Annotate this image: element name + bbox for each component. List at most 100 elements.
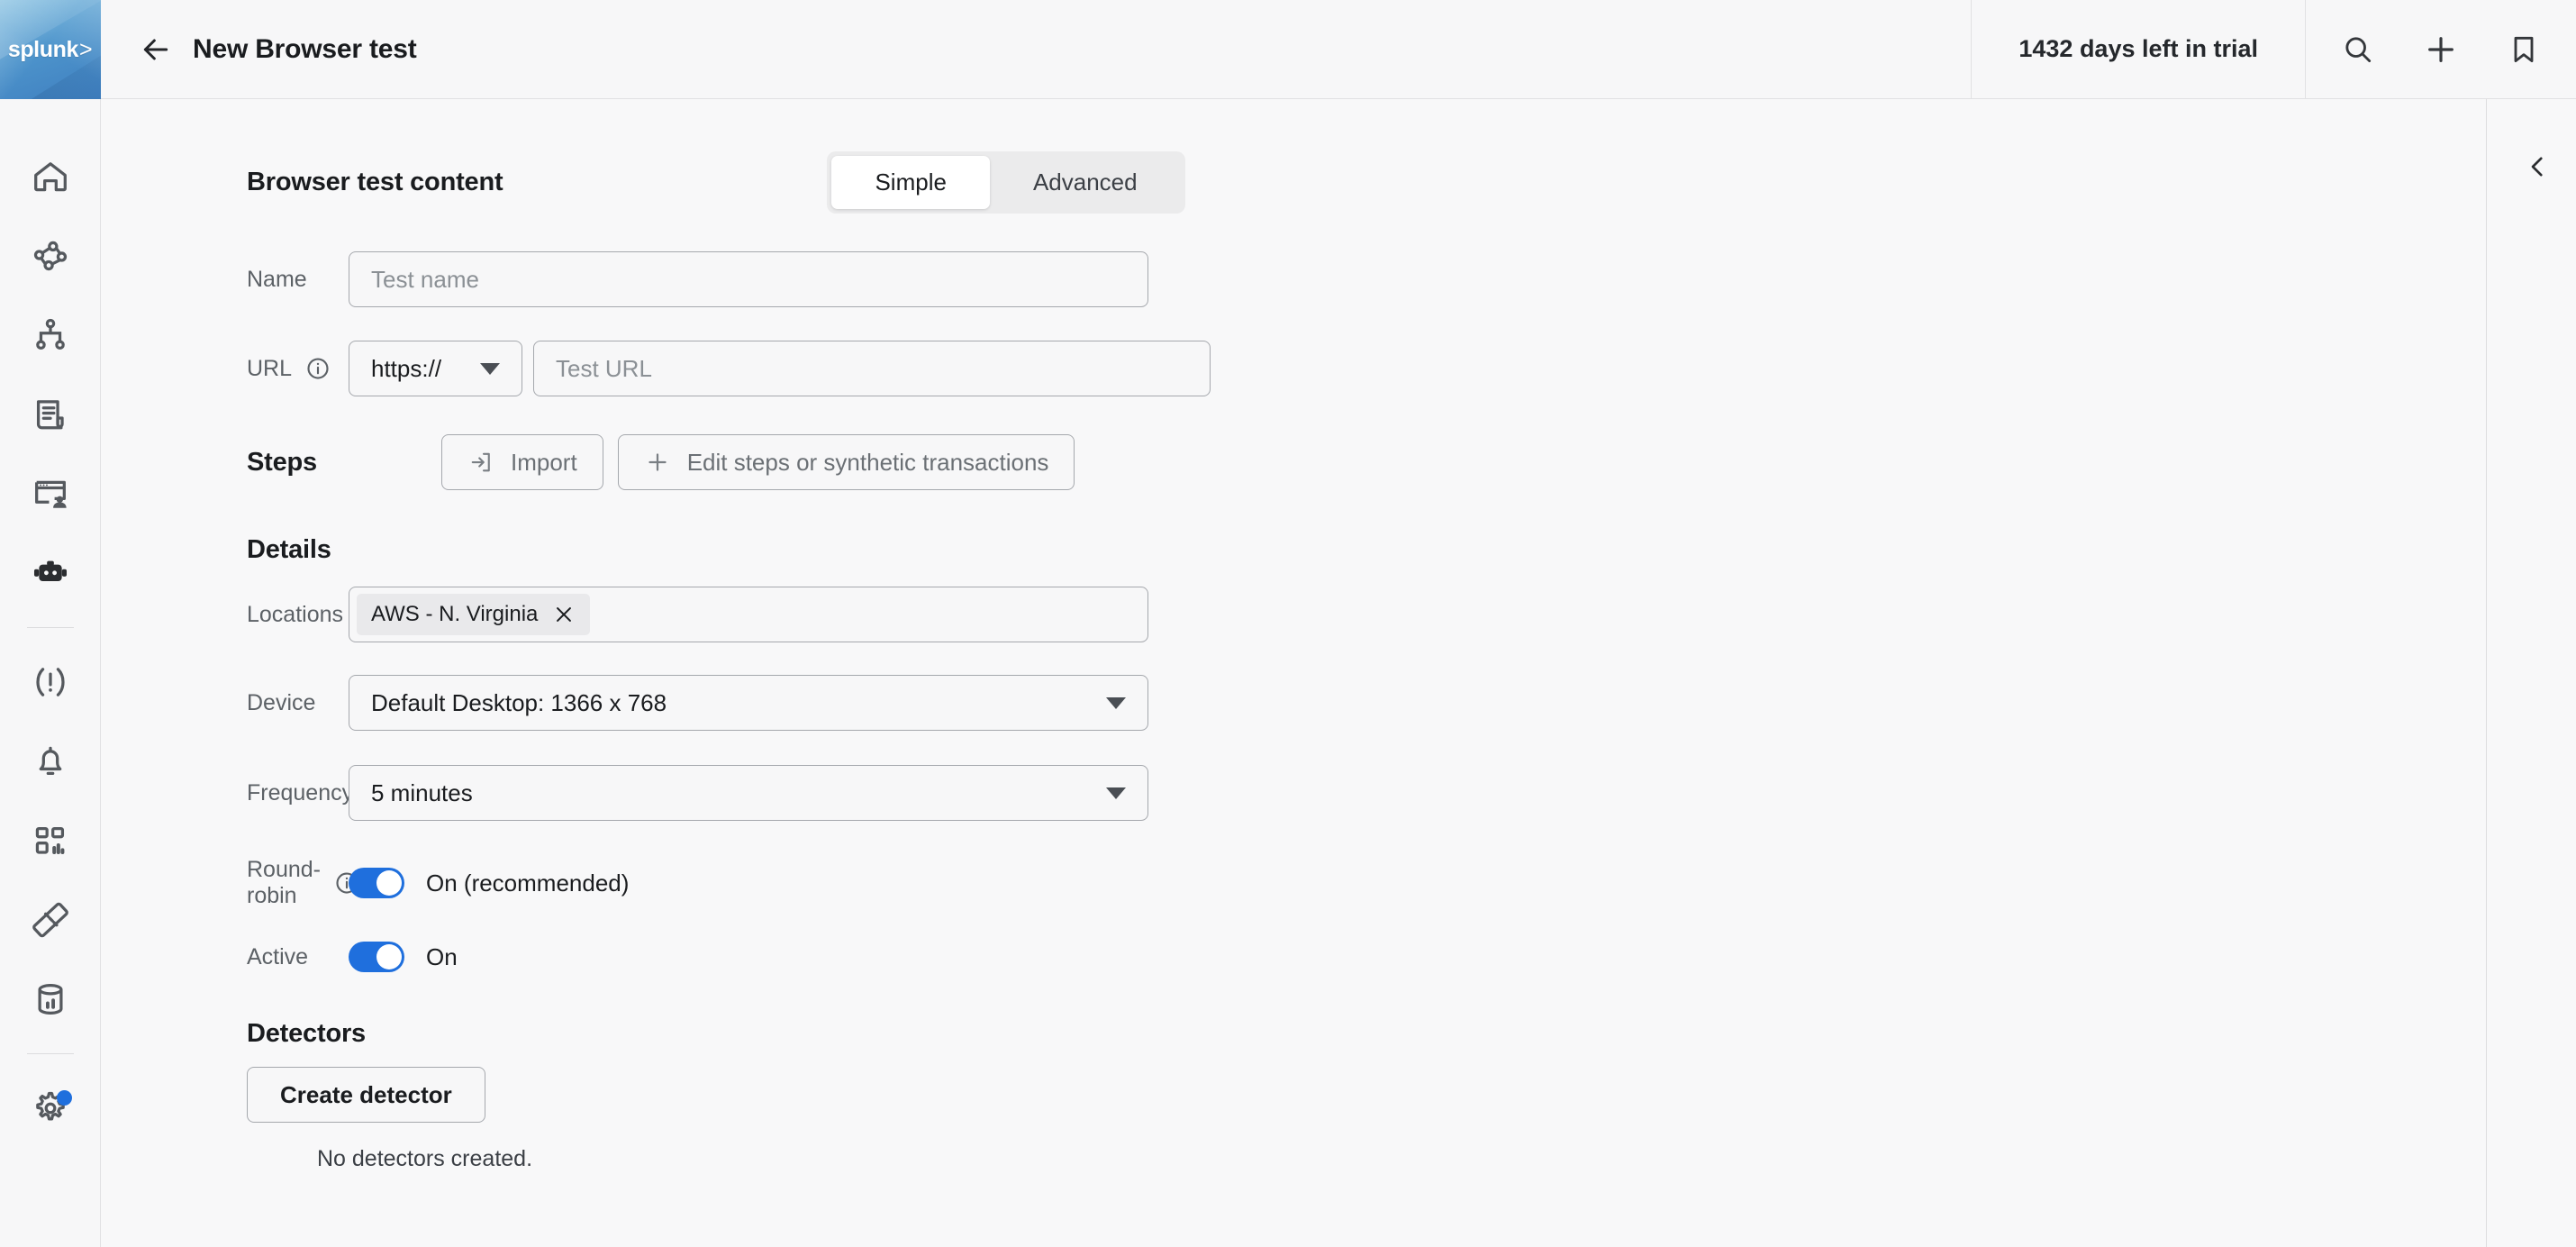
location-chip-label: AWS - N. Virginia — [371, 602, 538, 627]
device-value: Default Desktop: 1366 x 768 — [371, 689, 667, 717]
chevron-left-icon — [2522, 151, 2553, 182]
bookmark-icon — [2506, 32, 2542, 68]
mode-segmented-control: Simple Advanced — [827, 151, 1184, 214]
steps-heading: Steps — [101, 448, 349, 478]
splunk-logo[interactable]: splunk> — [0, 0, 101, 99]
infrastructure-icon — [30, 314, 71, 356]
sidebar-item-alerts[interactable] — [0, 642, 101, 722]
steps-row: Steps Import Edit steps or synthetic tra… — [101, 434, 2486, 490]
search-icon — [2340, 32, 2376, 68]
page-title: New Browser test — [193, 34, 417, 65]
bookmark-button[interactable] — [2502, 28, 2545, 71]
back-button[interactable] — [130, 23, 182, 76]
main-content: Browser test content Simple Advanced Nam… — [101, 99, 2486, 1247]
frequency-label: Frequency — [101, 780, 349, 806]
rail-divider-2 — [27, 1053, 74, 1054]
toggle-knob — [376, 944, 402, 969]
round-robin-label: Round-robin — [101, 857, 349, 909]
round-robin-label-text: Round-robin — [247, 857, 321, 909]
synthetics-robot-icon — [30, 552, 71, 594]
protocol-value: https:// — [371, 355, 441, 383]
plus-icon — [644, 449, 671, 476]
round-robin-state-text: On (recommended) — [426, 869, 629, 897]
sidebar-item-home[interactable] — [0, 137, 101, 216]
locations-label: Locations — [101, 602, 349, 628]
database-icon — [30, 978, 71, 1020]
import-steps-label: Import — [511, 449, 577, 477]
sidebar-item-settings[interactable] — [0, 1069, 101, 1148]
top-bar-right: 1432 days left in trial — [1971, 0, 2576, 99]
location-chip: AWS - N. Virginia — [357, 594, 590, 635]
frequency-value: 5 minutes — [371, 779, 473, 807]
content-header-row: Browser test content Simple Advanced — [101, 151, 2486, 214]
url-input[interactable]: Test URL — [533, 341, 1211, 396]
rum-icon — [30, 473, 71, 514]
sidebar-item-log-observer[interactable] — [0, 375, 101, 454]
add-button[interactable] — [2419, 28, 2463, 71]
active-label: Active — [101, 944, 349, 970]
close-icon[interactable] — [552, 603, 576, 626]
plus-icon — [2423, 32, 2459, 68]
arrow-left-icon — [138, 32, 174, 68]
frequency-row: Frequency 5 minutes — [101, 765, 2486, 821]
sidebar-item-infrastructure[interactable] — [0, 296, 101, 375]
rail-divider-1 — [27, 627, 74, 628]
active-state-text: On — [426, 943, 458, 971]
sidebar-item-apm[interactable] — [0, 216, 101, 296]
settings-badge-dot — [57, 1090, 72, 1106]
import-steps-button[interactable]: Import — [441, 434, 603, 490]
device-select[interactable]: Default Desktop: 1366 x 768 — [349, 675, 1148, 731]
sidebar-item-data-management[interactable] — [0, 960, 101, 1039]
toggle-knob — [376, 870, 402, 896]
trial-status: 1432 days left in trial — [1971, 0, 2306, 99]
name-input[interactable]: Test name — [349, 251, 1148, 307]
device-row: Device Default Desktop: 1366 x 768 — [101, 675, 2486, 731]
detectors-actions: Create detector — [101, 1067, 2486, 1123]
app-root: splunk> — [0, 0, 2576, 1247]
locations-row: Locations AWS - N. Virginia — [101, 587, 2486, 642]
tab-simple[interactable]: Simple — [831, 156, 989, 209]
browser-test-content-heading: Browser test content — [101, 168, 503, 197]
home-icon — [30, 156, 71, 197]
edit-steps-button[interactable]: Edit steps or synthetic transactions — [618, 434, 1075, 490]
alerts-icon — [30, 661, 71, 703]
active-row: Active On — [101, 942, 2486, 972]
chevron-down-icon — [1106, 697, 1126, 709]
detectors-empty-text: No detectors created. — [101, 1146, 2486, 1172]
bell-icon — [30, 741, 71, 782]
locations-input[interactable]: AWS - N. Virginia — [349, 587, 1148, 642]
sidebar-item-dashboards[interactable] — [0, 801, 101, 880]
edit-steps-label: Edit steps or synthetic transactions — [687, 449, 1049, 477]
frequency-select[interactable]: 5 minutes — [349, 765, 1148, 821]
sidebar-item-metrics[interactable] — [0, 880, 101, 960]
sidebar-item-notifications[interactable] — [0, 722, 101, 801]
device-label: Device — [101, 690, 349, 716]
name-label: Name — [101, 267, 349, 293]
detectors-heading: Detectors — [101, 1019, 2486, 1049]
chevron-down-icon — [1106, 787, 1126, 799]
rail-items — [0, 99, 100, 1148]
dashboards-icon — [30, 820, 71, 861]
details-heading: Details — [101, 535, 2486, 565]
protocol-select[interactable]: https:// — [349, 341, 522, 396]
service-map-icon — [30, 235, 71, 277]
sidebar-item-rum[interactable] — [0, 454, 101, 533]
name-row: Name Test name — [101, 251, 2486, 307]
create-detector-button[interactable]: Create detector — [247, 1067, 485, 1123]
collapse-panel-button[interactable] — [2519, 149, 2555, 185]
top-bar: New Browser test 1432 days left in trial — [101, 0, 2576, 99]
logs-icon — [30, 394, 71, 435]
import-arrow-icon — [467, 449, 494, 476]
left-nav-rail: splunk> — [0, 0, 101, 1247]
info-icon[interactable] — [304, 355, 331, 382]
search-button[interactable] — [2336, 28, 2380, 71]
metrics-ruler-icon — [30, 899, 71, 941]
url-row: URL https:// Test URL — [101, 341, 2486, 396]
url-label: URL — [101, 355, 349, 382]
round-robin-toggle[interactable] — [349, 868, 404, 898]
tab-advanced[interactable]: Advanced — [990, 156, 1181, 209]
splunk-logo-text: splunk> — [8, 39, 92, 61]
sidebar-item-synthetics[interactable] — [0, 533, 101, 613]
active-toggle[interactable] — [349, 942, 404, 972]
chevron-down-icon — [480, 363, 500, 375]
